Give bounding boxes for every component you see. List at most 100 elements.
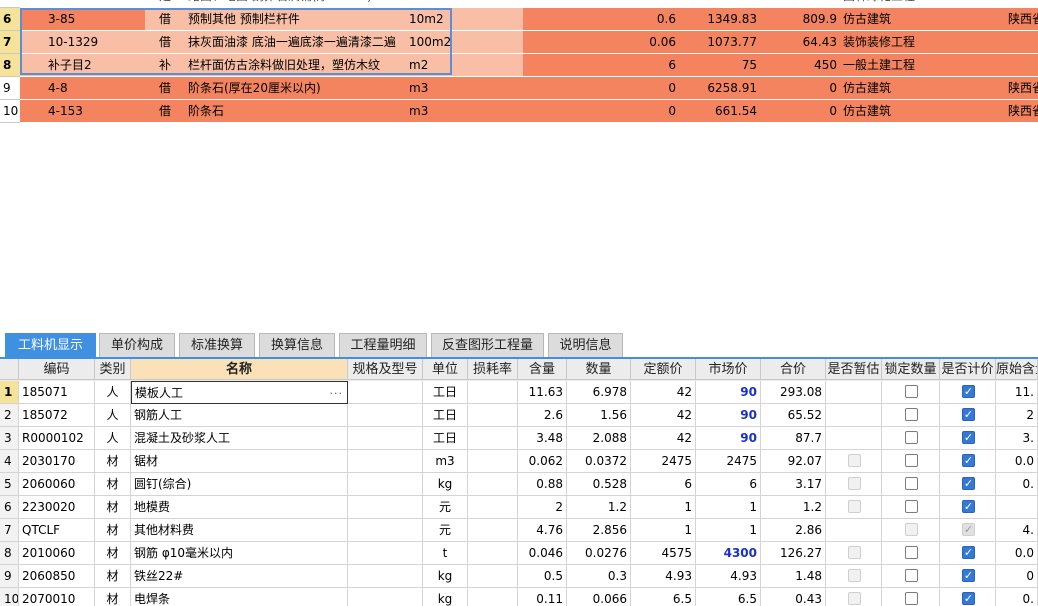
cell-loss[interactable] bbox=[468, 404, 518, 427]
cell-content[interactable]: 0.11 bbox=[518, 588, 567, 606]
cell-code[interactable]: QTCLF bbox=[19, 519, 95, 542]
top-cell-price[interactable]: 1349.83 bbox=[679, 8, 761, 31]
cell-lock[interactable] bbox=[882, 542, 940, 565]
cell-content[interactable]: 0.88 bbox=[518, 473, 567, 496]
cell-orig[interactable]: 2 bbox=[996, 404, 1038, 427]
top-table-row[interactable]: 104-153借阶条石m30661.540仿古建筑陕西省 bbox=[0, 100, 1038, 123]
tab-0[interactable]: 工料机显示 bbox=[5, 333, 96, 357]
top-cell-name[interactable]: 阶条石(厚在20厘米以内) bbox=[185, 77, 407, 100]
cell-market[interactable]: 90 bbox=[696, 381, 761, 404]
top-cell-qty[interactable]: 0 bbox=[523, 100, 680, 123]
cell-spec[interactable] bbox=[348, 473, 423, 496]
header-loss[interactable]: 损耗率 bbox=[468, 359, 518, 380]
cell-qty[interactable]: 0.0372 bbox=[567, 450, 631, 473]
cell-cat[interactable]: 材 bbox=[95, 588, 131, 606]
cell-priced[interactable]: ✓ bbox=[940, 565, 996, 588]
cell-name[interactable]: 钢筋 φ10毫米以内 bbox=[131, 542, 348, 565]
cell-priced[interactable]: ✓ bbox=[940, 427, 996, 450]
tab-6[interactable]: 说明信息 bbox=[548, 333, 623, 357]
top-cell-name[interactable]: 预制其他 预制栏杆件 bbox=[185, 8, 407, 31]
top-table-row[interactable]: 94-8借阶条石(厚在20厘米以内)m306258.910仿古建筑陕西省 bbox=[0, 77, 1038, 100]
cell-qty[interactable]: 2.088 bbox=[567, 427, 631, 450]
cell-market[interactable]: 90 bbox=[696, 427, 761, 450]
cell-cat[interactable]: 人 bbox=[95, 404, 131, 427]
cell-cat[interactable]: 人 bbox=[95, 381, 131, 404]
cell-est[interactable] bbox=[826, 565, 882, 588]
cell-priced[interactable]: ✓ bbox=[940, 450, 996, 473]
top-cell-total[interactable] bbox=[760, 0, 841, 8]
cell-est[interactable] bbox=[826, 381, 882, 404]
cell-code[interactable]: R0000102 bbox=[19, 427, 95, 450]
cell-priced[interactable]: ✓ bbox=[940, 496, 996, 519]
header-est[interactable]: 是否暂估 bbox=[826, 359, 882, 380]
top-cell-category[interactable]: 一般土建工程 bbox=[840, 54, 924, 77]
resource-row[interactable]: 5 2060060 材 圆钉(综合) kg 0.88 0.528 6 6 3.17 ✓ 0. bbox=[0, 473, 1038, 496]
cell-lock[interactable] bbox=[882, 565, 940, 588]
top-cell-unit[interactable]: m2 bbox=[406, 54, 524, 77]
top-cell-qty[interactable]: 0.6 bbox=[523, 8, 680, 31]
top-cell-blank[interactable] bbox=[923, 8, 1006, 31]
cell-cat[interactable]: 材 bbox=[95, 542, 131, 565]
top-table-row[interactable]: 6 3-85 借预制其他 预制栏杆件 10m2 0.6 1349.83 809.9 仿古建筑 陕… bbox=[0, 8, 1038, 31]
cell-est[interactable] bbox=[826, 450, 882, 473]
top-cell-code[interactable]: 补子目2 bbox=[20, 54, 146, 77]
cell-name[interactable]: 混凝土及砂浆人工 bbox=[131, 427, 348, 450]
cell-total[interactable]: 92.07 bbox=[761, 450, 826, 473]
top-cell-price[interactable] bbox=[679, 0, 761, 8]
cell-qty[interactable]: 0.3 bbox=[567, 565, 631, 588]
priced-checkbox[interactable]: ✓ bbox=[962, 546, 975, 559]
cell-spec[interactable] bbox=[348, 404, 423, 427]
cell-est[interactable] bbox=[826, 588, 882, 606]
cell-unit[interactable]: kg bbox=[423, 473, 468, 496]
cell-spec[interactable] bbox=[348, 588, 423, 606]
cell-unit[interactable]: 元 bbox=[423, 519, 468, 542]
cell-loss[interactable] bbox=[468, 381, 518, 404]
top-cell-type[interactable]: 补 bbox=[145, 54, 186, 77]
cell-spec[interactable] bbox=[348, 381, 423, 404]
cell-qty[interactable]: 1.56 bbox=[567, 404, 631, 427]
tab-2[interactable]: 标准换算 bbox=[179, 333, 255, 357]
top-cell-price[interactable]: 661.54 bbox=[679, 100, 761, 123]
cell-priced[interactable]: ✓ bbox=[940, 473, 996, 496]
cell-lock[interactable] bbox=[882, 427, 940, 450]
resource-row[interactable]: 3 R0000102 人 混凝土及砂浆人工 工日 3.48 2.088 42 90 87.7 ✓ 3. bbox=[0, 427, 1038, 450]
top-cell-name[interactable]: 路面、地面 鹅卵石满铺(厚80mm) bbox=[185, 0, 407, 8]
cell-unit[interactable]: kg bbox=[423, 588, 468, 606]
top-cell-blank[interactable] bbox=[923, 54, 1006, 77]
cell-market[interactable]: 6 bbox=[696, 473, 761, 496]
top-cell-region[interactable] bbox=[1005, 54, 1038, 77]
tab-3[interactable]: 换算信息 bbox=[259, 333, 335, 357]
cell-qty[interactable]: 0.0276 bbox=[567, 542, 631, 565]
cell-base[interactable]: 4575 bbox=[631, 542, 696, 565]
lock-checkbox[interactable] bbox=[905, 408, 918, 421]
cell-content[interactable]: 0.046 bbox=[518, 542, 567, 565]
cell-base[interactable]: 6 bbox=[631, 473, 696, 496]
cell-base[interactable]: 4.93 bbox=[631, 565, 696, 588]
top-cell-category[interactable]: 仿古建筑 bbox=[840, 77, 924, 100]
top-cell-category[interactable]: 装饰装修工程 bbox=[840, 31, 924, 54]
header-unit[interactable]: 单位 bbox=[423, 359, 468, 380]
cell-lock[interactable] bbox=[882, 404, 940, 427]
cell-total[interactable]: 1.2 bbox=[761, 496, 826, 519]
header-lock[interactable]: 锁定数量 bbox=[882, 359, 940, 380]
lock-checkbox[interactable] bbox=[905, 546, 918, 559]
cell-qty[interactable]: 2.856 bbox=[567, 519, 631, 542]
cell-base[interactable]: 42 bbox=[631, 427, 696, 450]
top-cell-category[interactable]: 仿古建筑 bbox=[840, 8, 924, 31]
header-spec[interactable]: 规格及型号 bbox=[348, 359, 423, 380]
cell-unit[interactable]: m3 bbox=[423, 450, 468, 473]
cell-market[interactable]: 4300 bbox=[696, 542, 761, 565]
cell-unit[interactable]: t bbox=[423, 542, 468, 565]
cell-market[interactable]: 6.5 bbox=[696, 588, 761, 606]
cell-code[interactable]: 2060060 bbox=[19, 473, 95, 496]
top-cell-unit[interactable]: m2 bbox=[406, 0, 524, 8]
cell-lock[interactable] bbox=[882, 519, 940, 542]
top-table-row[interactable]: 8 补子目2 补栏杆面仿古涂料做旧处理，塑仿木纹 m2 6 75 450 一般土建工程 bbox=[0, 54, 1038, 77]
priced-checkbox[interactable]: ✓ bbox=[962, 500, 975, 513]
top-cell-blank[interactable] bbox=[923, 0, 1006, 8]
cell-code[interactable]: 2030170 bbox=[19, 450, 95, 473]
cell-content[interactable]: 0.062 bbox=[518, 450, 567, 473]
top-cell-region[interactable]: 陕西省 bbox=[1005, 77, 1038, 100]
cell-unit[interactable]: kg bbox=[423, 565, 468, 588]
cell-total[interactable]: 87.7 bbox=[761, 427, 826, 450]
